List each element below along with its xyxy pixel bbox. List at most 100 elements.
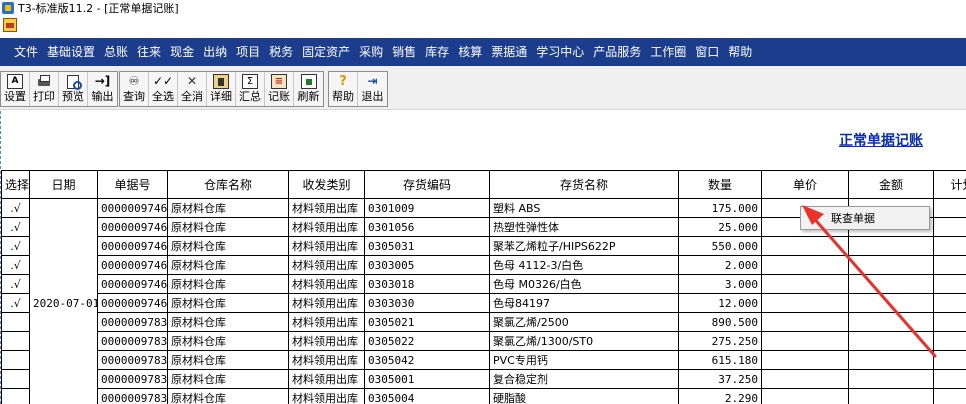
unit-price-cell[interactable] bbox=[761, 350, 849, 370]
warehouse-cell[interactable]: 原材料仓库 bbox=[167, 274, 289, 294]
category-cell[interactable]: 材料领用出库 bbox=[288, 198, 365, 218]
quantity-cell[interactable]: 615.180 bbox=[678, 350, 762, 370]
doc-no-cell[interactable]: 0000009746 bbox=[97, 255, 168, 275]
item-name-cell[interactable]: 聚氯乙烯/1300/ST0 bbox=[489, 331, 679, 351]
select-cell[interactable] bbox=[1, 388, 30, 404]
warehouse-cell[interactable]: 原材料仓库 bbox=[167, 255, 289, 275]
menu-item-10[interactable]: 销售 bbox=[388, 38, 421, 66]
col-header-unit-price[interactable]: 单价 bbox=[761, 170, 849, 199]
quantity-cell[interactable]: 175.000 bbox=[678, 198, 762, 218]
quantity-cell[interactable]: 550.000 bbox=[678, 236, 762, 256]
item-name-cell[interactable]: 色母84197 bbox=[489, 293, 679, 313]
table-row[interactable]: .√ 0000009746 原材料仓库 材料领用出库 0303018 色母 M0326/白… bbox=[1, 274, 966, 294]
toolbar-button-refresh[interactable]: 刷新 bbox=[294, 72, 323, 106]
unit-price-cell[interactable] bbox=[761, 331, 849, 351]
menu-item-17[interactable]: 窗口 bbox=[691, 38, 724, 66]
select-cell[interactable] bbox=[1, 350, 30, 370]
unit-price-cell[interactable] bbox=[761, 293, 849, 313]
item-code-cell[interactable]: 0305001 bbox=[364, 369, 490, 389]
category-cell[interactable]: 材料领用出库 bbox=[288, 217, 365, 237]
menu-item-11[interactable]: 库存 bbox=[421, 38, 454, 66]
category-cell[interactable]: 材料领用出库 bbox=[288, 369, 365, 389]
toolbar-button-help[interactable]: ? 帮助 bbox=[329, 72, 358, 106]
plan-cell[interactable] bbox=[933, 236, 966, 256]
item-name-cell[interactable]: 色母 4112-3/白色 bbox=[489, 255, 679, 275]
amount-cell[interactable] bbox=[848, 293, 934, 313]
warehouse-cell[interactable]: 原材料仓库 bbox=[167, 350, 289, 370]
toolbar-button-detail[interactable]: 详细 bbox=[207, 72, 236, 106]
category-cell[interactable]: 材料领用出库 bbox=[288, 388, 365, 404]
plan-cell[interactable] bbox=[933, 312, 966, 332]
amount-cell[interactable] bbox=[848, 274, 934, 294]
toolbar-button-ledger[interactable]: ≡ 记账 bbox=[265, 72, 294, 106]
warehouse-cell[interactable]: 原材料仓库 bbox=[167, 198, 289, 218]
menu-item-13[interactable]: 票据通 bbox=[487, 38, 532, 66]
report-title[interactable]: 正常单据记账 bbox=[839, 130, 923, 150]
amount-cell[interactable] bbox=[848, 369, 934, 389]
menu-item-3[interactable]: 往来 bbox=[133, 38, 166, 66]
quantity-cell[interactable]: 890.500 bbox=[678, 312, 762, 332]
unit-price-cell[interactable] bbox=[761, 369, 849, 389]
col-header-doc-no[interactable]: 单据号 bbox=[97, 170, 168, 199]
col-header-amount[interactable]: 金额 bbox=[848, 170, 934, 199]
item-code-cell[interactable]: 0305021 bbox=[364, 312, 490, 332]
toolbar-button-preview[interactable]: 预览 bbox=[59, 72, 88, 106]
plan-cell[interactable] bbox=[933, 388, 966, 404]
amount-cell[interactable] bbox=[848, 312, 934, 332]
category-cell[interactable]: 材料领用出库 bbox=[288, 350, 365, 370]
doc-no-cell[interactable]: 0000009783 bbox=[97, 369, 168, 389]
select-cell[interactable]: .√ bbox=[1, 293, 30, 313]
warehouse-cell[interactable]: 原材料仓库 bbox=[167, 236, 289, 256]
menu-item-16[interactable]: 工作圈 bbox=[646, 38, 691, 66]
plan-cell[interactable] bbox=[933, 217, 966, 237]
item-name-cell[interactable]: 热塑性弹性体 bbox=[489, 217, 679, 237]
menu-item-14[interactable]: 学习中心 bbox=[532, 38, 589, 66]
toolbar-button-exit[interactable]: ⇥ 退出 bbox=[358, 72, 387, 106]
document-window-icon[interactable] bbox=[3, 18, 17, 32]
plan-cell[interactable] bbox=[933, 274, 966, 294]
item-code-cell[interactable]: 0303030 bbox=[364, 293, 490, 313]
unit-price-cell[interactable] bbox=[761, 274, 849, 294]
menu-item-8[interactable]: 固定资产 bbox=[298, 38, 355, 66]
item-code-cell[interactable]: 0301009 bbox=[364, 198, 490, 218]
col-header-item-code[interactable]: 存货编码 bbox=[364, 170, 490, 199]
select-cell[interactable]: .√ bbox=[1, 274, 30, 294]
amount-cell[interactable] bbox=[848, 236, 934, 256]
select-cell[interactable]: .√ bbox=[1, 255, 30, 275]
toolbar-button-deselect-all[interactable]: ✕ 全消 bbox=[178, 72, 207, 106]
plan-cell[interactable] bbox=[933, 198, 966, 218]
toolbar-button-select-all[interactable]: ✓✓ 全选 bbox=[149, 72, 178, 106]
quantity-cell[interactable]: 25.000 bbox=[678, 217, 762, 237]
warehouse-cell[interactable]: 原材料仓库 bbox=[167, 293, 289, 313]
item-code-cell[interactable]: 0301056 bbox=[364, 217, 490, 237]
select-cell[interactable] bbox=[1, 312, 30, 332]
item-name-cell[interactable]: 色母 M0326/白色 bbox=[489, 274, 679, 294]
col-header-date[interactable]: 日期 bbox=[29, 170, 98, 199]
col-header-warehouse[interactable]: 仓库名称 bbox=[167, 170, 289, 199]
table-row[interactable]: .√ 0000009746 原材料仓库 材料领用出库 0303005 色母 4112-3/… bbox=[1, 255, 966, 275]
menu-item-4[interactable]: 现金 bbox=[166, 38, 199, 66]
menu-item-0[interactable]: 文件 bbox=[10, 38, 43, 66]
table-row[interactable]: 0000009783 原材料仓库 材料领用出库 0305021 聚氯乙烯/2500 890… bbox=[1, 312, 966, 332]
toolbar-button-settings[interactable]: A 设置 bbox=[1, 72, 30, 106]
menu-item-12[interactable]: 核算 bbox=[454, 38, 487, 66]
doc-no-cell[interactable]: 0000009746 bbox=[97, 217, 168, 237]
amount-cell[interactable] bbox=[848, 255, 934, 275]
item-code-cell[interactable]: 0303005 bbox=[364, 255, 490, 275]
item-name-cell[interactable]: 硬脂酸 bbox=[489, 388, 679, 404]
category-cell[interactable]: 材料领用出库 bbox=[288, 236, 365, 256]
doc-no-cell[interactable]: 0000009746 bbox=[97, 293, 168, 313]
category-cell[interactable]: 材料领用出库 bbox=[288, 274, 365, 294]
unit-price-cell[interactable] bbox=[761, 312, 849, 332]
select-cell[interactable]: .√ bbox=[1, 217, 30, 237]
plan-cell[interactable] bbox=[933, 331, 966, 351]
category-cell[interactable]: 材料领用出库 bbox=[288, 255, 365, 275]
table-row[interactable]: .√ 0000009746 原材料仓库 材料领用出库 0305031 聚苯乙烯粒子/HIP… bbox=[1, 236, 966, 256]
item-code-cell[interactable]: 0305022 bbox=[364, 331, 490, 351]
menu-item-1[interactable]: 基础设置 bbox=[43, 38, 100, 66]
quantity-cell[interactable]: 2.290 bbox=[678, 388, 762, 404]
item-code-cell[interactable]: 0305031 bbox=[364, 236, 490, 256]
quantity-cell[interactable]: 37.250 bbox=[678, 369, 762, 389]
warehouse-cell[interactable]: 原材料仓库 bbox=[167, 369, 289, 389]
menu-item-9[interactable]: 采购 bbox=[355, 38, 388, 66]
